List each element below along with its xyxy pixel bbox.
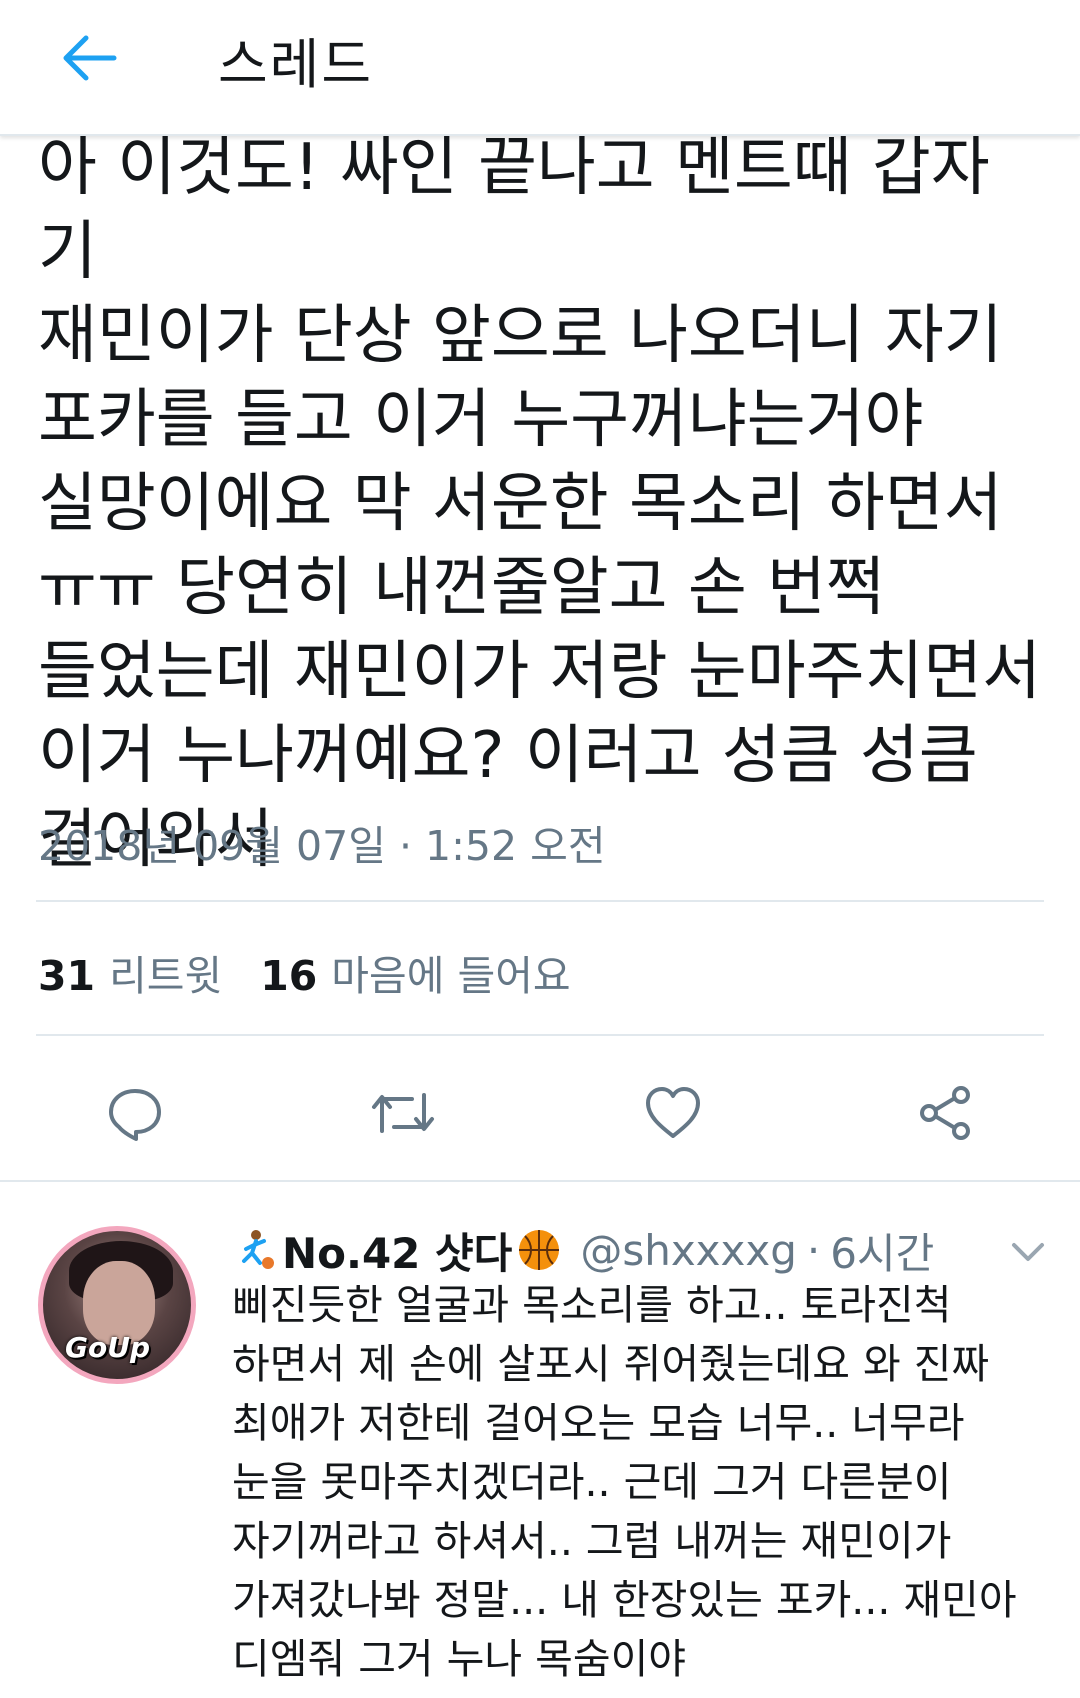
reply-menu-button[interactable] bbox=[1008, 1232, 1048, 1272]
reply-display-name[interactable]: No.42 샷다 bbox=[282, 1220, 512, 1281]
top-app-bar: 스레드 bbox=[0, 0, 1080, 136]
reply-button[interactable] bbox=[92, 1070, 178, 1156]
like-label[interactable]: 마음에 들어요 bbox=[331, 942, 570, 1002]
retweet-count[interactable]: 31 bbox=[38, 952, 95, 1000]
like-count[interactable]: 16 bbox=[260, 952, 317, 1000]
reply-handle[interactable]: @shxxxxg bbox=[580, 1226, 797, 1275]
divider bbox=[36, 900, 1044, 902]
like-button[interactable] bbox=[630, 1070, 716, 1156]
share-icon bbox=[920, 1086, 970, 1140]
reply-age[interactable]: 6시간 bbox=[830, 1220, 934, 1281]
arrow-left-icon bbox=[63, 35, 117, 81]
tweet-stats: 31 리트윗 16 마음에 들어요 bbox=[38, 942, 609, 1002]
page-title: 스레드 bbox=[218, 33, 374, 96]
separator-dot: · bbox=[806, 1225, 821, 1275]
reply-text: 삐진듯한 얼굴과 목소리를 하고.. 토라진척 하면서 제 손에 살포시 쥐어줬… bbox=[232, 1281, 1017, 1683]
tweet-actions bbox=[0, 1070, 1080, 1156]
retweet-icon bbox=[372, 1093, 434, 1133]
back-button[interactable] bbox=[58, 26, 122, 90]
section-divider bbox=[0, 1180, 1080, 1182]
chevron-down-icon bbox=[1012, 1243, 1044, 1261]
retweet-button[interactable] bbox=[360, 1070, 446, 1156]
basketball-player-icon bbox=[242, 1230, 274, 1269]
tweet-text: 아 이것도! 싸인 끝나고 멘트때 갑자기 재민이가 단상 앞으로 나오더니 자… bbox=[38, 131, 1042, 877]
tweet-timestamp[interactable]: 2018년 09월 07일 · 1:52 오전 bbox=[38, 812, 606, 872]
heart-icon bbox=[646, 1087, 700, 1138]
reply-header: No.42 샷다 @shxxxxg · 6시간 bbox=[232, 1220, 1052, 1280]
divider bbox=[36, 1034, 1044, 1036]
retweet-label[interactable]: 리트윗 bbox=[109, 942, 222, 1002]
share-button[interactable] bbox=[902, 1070, 988, 1156]
avatar[interactable]: GoUp bbox=[38, 1226, 196, 1384]
reply-bubble-icon bbox=[109, 1089, 161, 1141]
basketball-icon bbox=[519, 1230, 560, 1270]
avatar-badge-text: GoUp bbox=[65, 1331, 150, 1364]
